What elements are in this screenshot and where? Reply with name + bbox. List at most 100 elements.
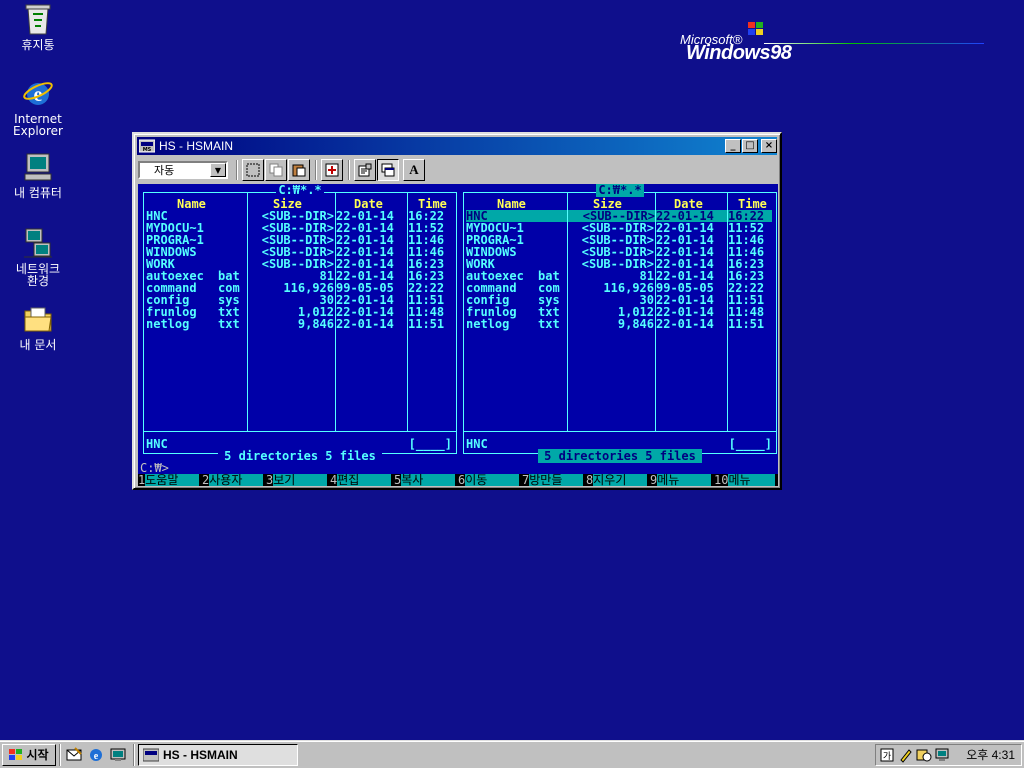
function-key-8[interactable]: 8 지우기 bbox=[586, 474, 650, 486]
file-size: 9,846 bbox=[297, 317, 334, 331]
mark-icon bbox=[246, 163, 260, 177]
quicklaunch-desktop[interactable] bbox=[108, 745, 128, 765]
font-size-select[interactable]: 자동 ▼ bbox=[138, 161, 228, 179]
title-bar[interactable]: MS HS - HSMAIN _ □ × bbox=[137, 137, 777, 155]
hs-window[interactable]: MS HS - HSMAIN _ □ × 자동 ▼ A C:₩*.* Name … bbox=[132, 132, 782, 490]
window-title: HS - HSMAIN bbox=[159, 139, 234, 153]
toolbar: 자동 ▼ A bbox=[137, 158, 777, 182]
function-key-number: 2 bbox=[202, 473, 210, 486]
clock[interactable]: 오후 4:31 bbox=[966, 746, 1015, 763]
input-box: [____] bbox=[728, 437, 772, 451]
col-header-name: Name bbox=[497, 197, 526, 211]
function-key-label: 이동 bbox=[465, 474, 519, 486]
maximize-button[interactable]: □ bbox=[742, 139, 758, 153]
taskbar-separator bbox=[59, 743, 61, 766]
taskbar: 시작 e HS - HSMAIN 가 오후 4:31 bbox=[0, 740, 1024, 768]
file-row[interactable]: netlog txt 9,846 22-01-14 11:51 bbox=[464, 318, 776, 330]
quicklaunch-ie[interactable]: e bbox=[86, 745, 106, 765]
panel-summary: 5 directories 5 files bbox=[464, 449, 776, 463]
panel-path: C:₩*.* bbox=[276, 184, 324, 197]
function-key-number: 3 bbox=[266, 473, 274, 486]
function-key-1[interactable]: 1 도움말 bbox=[138, 474, 202, 486]
file-list: HNC <SUB--DIR> 22-01-14 16:22 MYDOCU~1 <SUB--… bbox=[464, 210, 776, 330]
function-key-7[interactable]: 7 방만들 bbox=[522, 474, 586, 486]
function-key-5[interactable]: 5 복사 bbox=[394, 474, 458, 486]
function-key-label: 지우기 bbox=[593, 474, 647, 486]
ime-icon[interactable]: 가 bbox=[880, 747, 896, 763]
file-list: HNC <SUB--DIR> 22-01-14 16:22 MYDOCU~1 <SUB--… bbox=[144, 210, 456, 330]
file-name: netlog bbox=[146, 317, 190, 331]
font-size-value: 자동 bbox=[154, 164, 175, 177]
close-button[interactable]: × bbox=[761, 139, 777, 153]
fullscreen-icon bbox=[325, 163, 339, 177]
function-key-number: 1 bbox=[138, 473, 146, 486]
file-size: 9,846 bbox=[617, 317, 654, 331]
file-name: netlog bbox=[466, 317, 510, 331]
panel-path: C:₩*.* bbox=[596, 184, 644, 197]
desktop-icon-internet-explorer[interactable]: e Internet Explorer bbox=[0, 76, 76, 137]
terminal-screen[interactable]: C:₩*.* Name Size Date Time HNC <SUB--DIR>… bbox=[138, 184, 778, 486]
svg-text:e: e bbox=[94, 751, 99, 762]
file-date: 22-01-14 bbox=[336, 317, 394, 331]
taskbar-separator bbox=[133, 743, 135, 766]
function-key-number: 9 bbox=[650, 473, 658, 486]
function-key-label: 복사 bbox=[401, 474, 455, 486]
right-file-panel[interactable]: C:₩*.* Name Size Date Time HNC <SUB--DIR>… bbox=[463, 184, 777, 463]
mark-button[interactable] bbox=[242, 159, 264, 181]
quicklaunch-outlook[interactable] bbox=[64, 745, 84, 765]
dos-app-icon: MS bbox=[139, 139, 155, 153]
left-file-panel[interactable]: C:₩*.* Name Size Date Time HNC <SUB--DIR>… bbox=[143, 184, 457, 463]
panel-divider bbox=[464, 431, 776, 432]
task-hs-hsmain[interactable]: HS - HSMAIN bbox=[138, 743, 298, 766]
function-key-9[interactable]: 9 메뉴 bbox=[650, 474, 714, 486]
desktop-icon-my-documents[interactable]: 내 문서 bbox=[0, 302, 76, 351]
background-icon bbox=[381, 163, 395, 177]
copy-button[interactable] bbox=[265, 159, 287, 181]
scheduler-icon[interactable] bbox=[916, 747, 932, 763]
start-label: 시작 bbox=[26, 748, 49, 762]
function-key-bar: 1 도움말 2 사용자 3 보기 4 편집 5 복사 6 이동 7 방만들 8 지우기 9 메뉴 10 메뉴 bbox=[138, 474, 778, 486]
background-button[interactable] bbox=[377, 159, 399, 181]
desktop-icon-my-computer[interactable]: 내 컴퓨터 bbox=[0, 150, 76, 199]
function-key-4[interactable]: 4 편집 bbox=[330, 474, 394, 486]
properties-button[interactable] bbox=[354, 159, 376, 181]
desktop-icon-label: 네트워크 환경 bbox=[15, 262, 61, 288]
file-time: 11:51 bbox=[728, 317, 765, 331]
file-row[interactable]: netlog txt 9,846 22-01-14 11:51 bbox=[144, 318, 456, 330]
pen-icon[interactable] bbox=[898, 747, 914, 763]
function-key-label: 도움말 bbox=[145, 474, 199, 486]
properties-icon bbox=[358, 163, 372, 177]
function-key-label: 보기 bbox=[273, 474, 327, 486]
function-key-3[interactable]: 3 보기 bbox=[266, 474, 330, 486]
desktop-icon-recycle-bin[interactable]: 휴지통 bbox=[0, 2, 76, 51]
internet-explorer-icon: e bbox=[90, 748, 102, 762]
task-label: HS - HSMAIN bbox=[163, 747, 238, 762]
start-button[interactable]: 시작 bbox=[2, 743, 56, 766]
desktop-icon-label: 내 컴퓨터 bbox=[14, 186, 62, 200]
chevron-down-icon[interactable]: ▼ bbox=[210, 163, 226, 177]
logo-windows-text: Windows98 bbox=[686, 42, 792, 64]
svg-text:MS: MS bbox=[143, 147, 152, 153]
display-icon[interactable] bbox=[934, 747, 950, 763]
file-ext: txt bbox=[218, 317, 240, 331]
desktop-icon-network[interactable]: 네트워크 환경 bbox=[0, 226, 76, 287]
function-key-number: 10 bbox=[714, 473, 729, 486]
function-key-label: 방만들 bbox=[529, 474, 583, 486]
function-key-2[interactable]: 2 사용자 bbox=[202, 474, 266, 486]
function-key-label: 사용자 bbox=[209, 474, 263, 486]
svg-text:가: 가 bbox=[883, 751, 891, 762]
minimize-button[interactable]: _ bbox=[725, 139, 741, 153]
panel-summary: 5 directories 5 files bbox=[144, 449, 456, 463]
my-computer-icon bbox=[21, 150, 55, 184]
input-box: [____] bbox=[408, 437, 452, 451]
fullscreen-button[interactable] bbox=[321, 159, 343, 181]
col-header-name: Name bbox=[177, 197, 206, 211]
toolbar-separator bbox=[348, 160, 350, 180]
font-button[interactable]: A bbox=[403, 159, 425, 181]
file-date: 22-01-14 bbox=[656, 317, 714, 331]
function-key-number: 4 bbox=[330, 473, 338, 486]
paste-button[interactable] bbox=[288, 159, 310, 181]
file-ext: txt bbox=[538, 317, 560, 331]
function-key-6[interactable]: 6 이동 bbox=[458, 474, 522, 486]
function-key-10[interactable]: 10 메뉴 bbox=[714, 474, 778, 486]
